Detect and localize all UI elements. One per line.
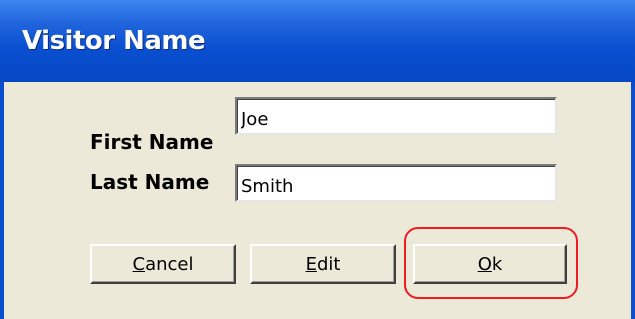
cancel-button-mnemonic: C xyxy=(132,253,146,275)
first-name-field[interactable] xyxy=(235,97,557,135)
cancel-button[interactable]: Cancel xyxy=(90,244,236,284)
last-name-field[interactable] xyxy=(235,164,557,202)
edit-button[interactable]: Edit xyxy=(250,244,396,284)
ok-button-mnemonic: O xyxy=(477,253,492,275)
edit-button-label: dit xyxy=(316,253,341,275)
last-name-label: Last Name xyxy=(90,170,210,194)
first-name-label: First Name xyxy=(90,130,214,154)
edit-button-mnemonic: E xyxy=(305,253,317,275)
ok-button-label: k xyxy=(491,253,503,275)
visitor-name-dialog: Visitor Name First Name Last Name Cancel… xyxy=(0,0,635,319)
title-bar[interactable]: Visitor Name xyxy=(0,0,635,82)
window-title: Visitor Name xyxy=(22,26,206,56)
cancel-button-label: ancel xyxy=(145,253,194,275)
ok-button[interactable]: Ok xyxy=(413,244,567,284)
